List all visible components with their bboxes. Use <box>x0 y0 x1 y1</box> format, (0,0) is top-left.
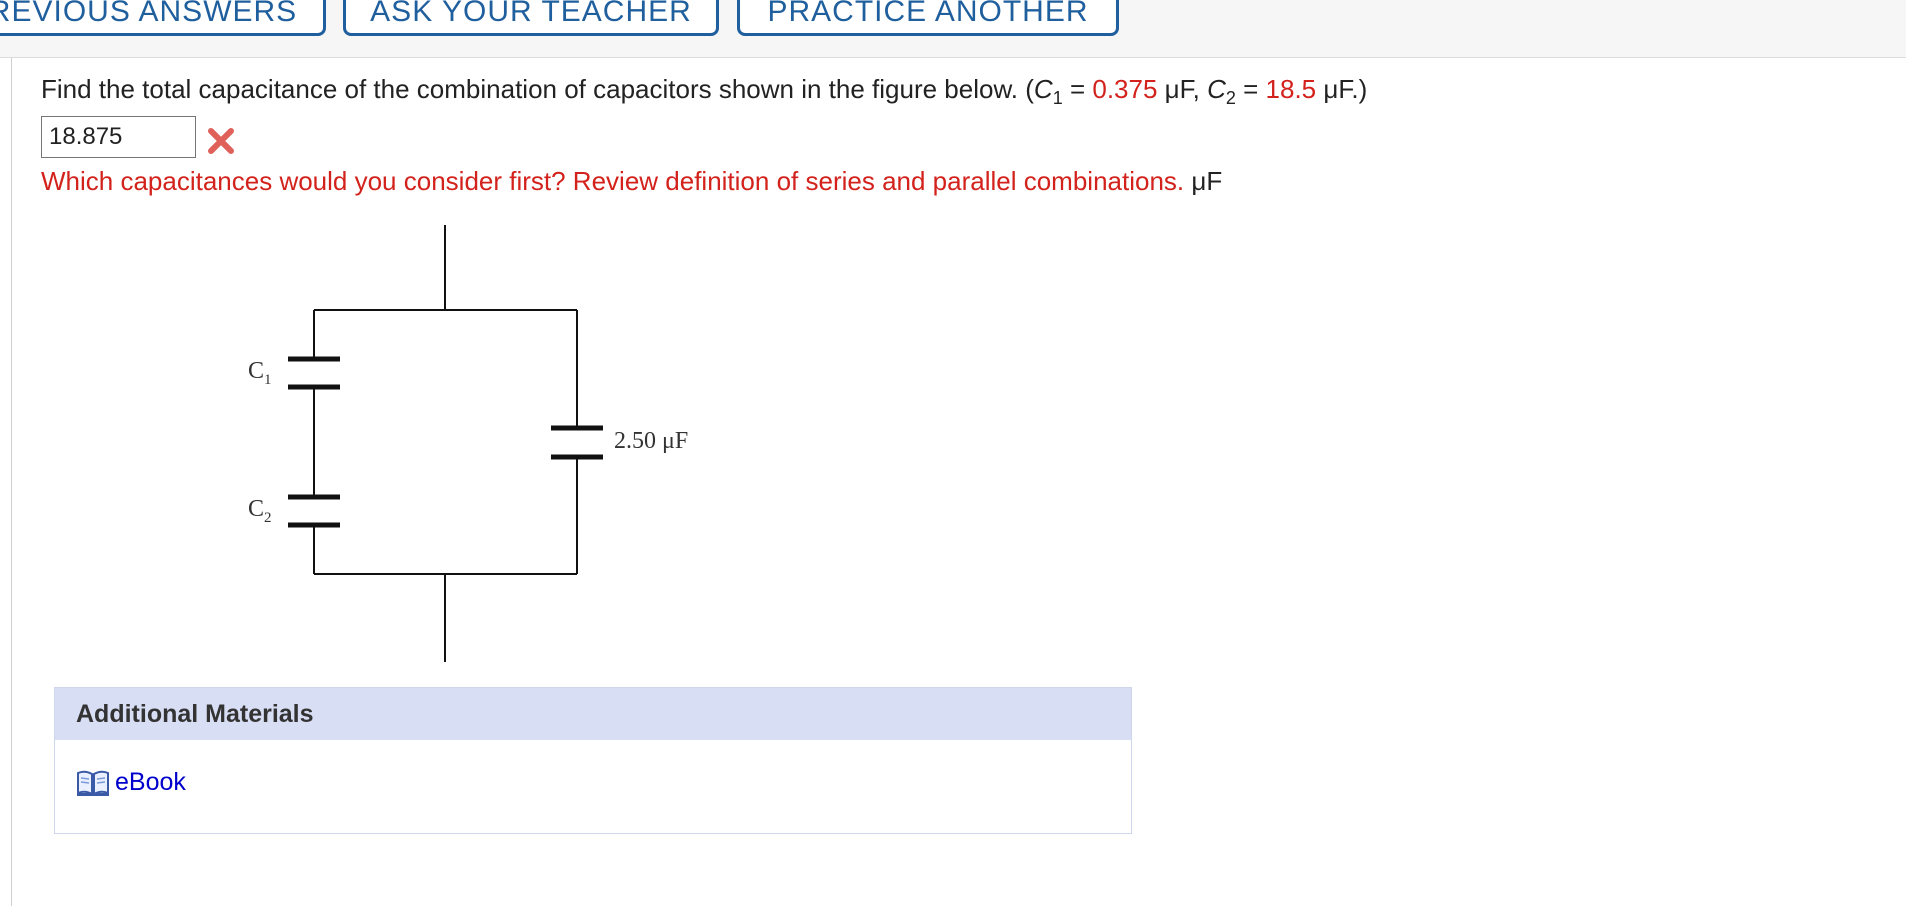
question-text: Find the total capacitance of the combin… <box>41 74 1367 109</box>
x-mark-icon <box>208 128 234 154</box>
practice-another-button[interactable]: PRACTICE ANOTHER <box>737 0 1119 36</box>
c2-equals: = <box>1235 74 1266 104</box>
c2-value: 18.5 <box>1265 74 1317 104</box>
book-icon <box>77 770 109 796</box>
c1-value: 0.375 <box>1092 74 1158 104</box>
answer-input[interactable] <box>41 116 196 158</box>
content-left-border <box>11 58 12 906</box>
ask-your-teacher-button[interactable]: ASK YOUR TEACHER <box>343 0 719 36</box>
ebook-label[interactable]: eBook <box>115 768 186 797</box>
question-prompt: Find the total capacitance of the combin… <box>41 74 1034 104</box>
answer-unit: μF <box>1184 166 1223 196</box>
additional-materials-panel: Additional Materials eBook <box>54 687 1132 834</box>
c2-label-letter: C <box>248 496 265 522</box>
c1-subscript: 1 <box>1052 88 1063 109</box>
additional-materials-title: Additional Materials <box>55 688 1131 740</box>
c1-unit: μF, <box>1157 74 1208 104</box>
c1-symbol: C <box>1033 74 1053 104</box>
c1-equals: = <box>1062 74 1093 104</box>
circuit-figure: C1 C2 2.50 μF <box>230 222 730 677</box>
fixed-capacitor <box>551 425 603 460</box>
c1-label-sub: 1 <box>264 371 272 388</box>
c1-capacitor <box>288 356 340 390</box>
feedback-message: Which capacitances would you consider fi… <box>41 166 1222 197</box>
c1-label: C1 <box>248 358 272 389</box>
feedback-text: Which capacitances would you consider fi… <box>41 166 1185 196</box>
fixed-capacitor-label: 2.50 μF <box>614 428 689 454</box>
previous-answers-button[interactable]: REVIOUS ANSWERS <box>0 0 326 36</box>
c1-label-letter: C <box>248 358 265 384</box>
c2-capacitor <box>288 494 340 528</box>
c2-label-sub: 2 <box>264 509 272 526</box>
c2-symbol: C <box>1207 74 1226 104</box>
toolbar: REVIOUS ANSWERS ASK YOUR TEACHER PRACTIC… <box>0 0 1906 58</box>
c2-label: C2 <box>248 496 272 527</box>
c2-unit: μF.) <box>1316 74 1368 104</box>
answer-row <box>41 116 236 158</box>
c2-subscript: 2 <box>1225 88 1236 109</box>
ebook-link[interactable]: eBook <box>76 768 186 797</box>
